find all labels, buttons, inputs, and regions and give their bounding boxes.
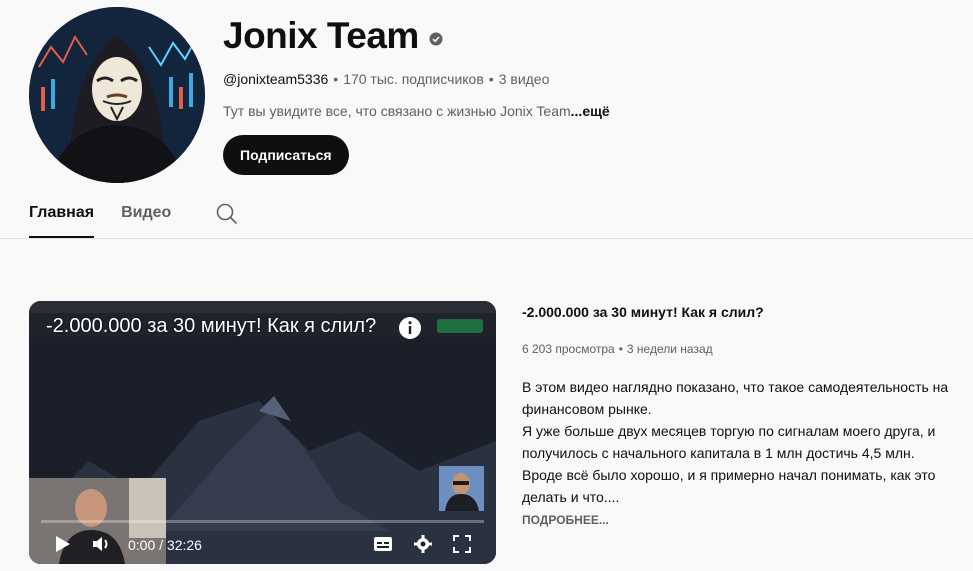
featured-video-info: -2.000.000 за 30 минут! Как я слил? 6 20… <box>522 301 967 530</box>
video-count: 3 видео <box>498 71 550 87</box>
video-title[interactable]: -2.000.000 за 30 минут! Как я слил? <box>522 301 967 323</box>
read-more-link[interactable]: ПОДРОБНЕЕ... <box>522 510 967 530</box>
tab-videos[interactable]: Видео <box>121 190 171 238</box>
hooded-mask-avatar-image <box>29 7 205 183</box>
view-count: 6 203 просмотра <box>522 342 615 356</box>
channel-title: Jonix Team <box>223 15 419 56</box>
description-line: Я уже больше двух месяцев торгую по сигн… <box>522 423 936 461</box>
meta-separator: • <box>488 71 494 87</box>
tab-home[interactable]: Главная <box>29 190 95 238</box>
description-more-link[interactable]: ...ещё <box>571 103 610 119</box>
progress-bar[interactable] <box>41 520 484 523</box>
subtitles-icon[interactable] <box>372 533 394 555</box>
volume-icon[interactable] <box>90 533 112 555</box>
info-icon[interactable] <box>398 316 422 340</box>
webcam-right-image <box>439 466 484 511</box>
verified-check-icon <box>429 32 443 46</box>
channel-handle: @jonixteam5336 <box>223 71 329 87</box>
channel-meta: @jonixteam5336 • 170 тыс. подписчиков • 3 ви… <box>223 69 963 89</box>
tabs-divider <box>0 238 973 239</box>
channel-info: Jonix Team @jonixteam5336 • 170 тыс. подпи… <box>223 12 963 175</box>
subscribe-button[interactable]: Подписаться <box>223 135 349 175</box>
channel-description-text: Тут вы увидите все, что связано с жизнью… <box>223 103 571 119</box>
player-controls: 0:00 / 32:26 <box>29 527 496 563</box>
description-line: Вроде всё было хорошо, и я примерно нача… <box>522 467 936 505</box>
fullscreen-icon[interactable] <box>451 533 473 555</box>
title-row: Jonix Team <box>223 12 963 60</box>
time-display: 0:00 / 32:26 <box>128 537 202 553</box>
video-description: В этом видео наглядно показано, что тако… <box>522 376 967 508</box>
search-icon[interactable] <box>215 202 239 226</box>
featured-video-player[interactable]: -2.000.000 за 30 минут! Как я слил? 0:00… <box>29 301 496 564</box>
description-line: В этом видео наглядно показано, что тако… <box>522 379 949 417</box>
meta-separator: • <box>333 71 339 87</box>
player-title-overlay[interactable]: -2.000.000 за 30 минут! Как я слил? <box>46 315 376 338</box>
play-icon[interactable] <box>51 533 73 555</box>
subscriber-count: 170 тыс. подписчиков <box>343 71 484 87</box>
video-meta: 6 203 просмотра • 3 недели назад <box>522 340 967 358</box>
gear-icon[interactable] <box>412 533 434 555</box>
upload-age: 3 недели назад <box>626 342 713 356</box>
channel-description[interactable]: Тут вы увидите все, что связано с жизнью… <box>223 101 963 121</box>
channel-tabs: Главная Видео <box>29 190 239 238</box>
meta-separator: • <box>618 342 623 356</box>
channel-avatar[interactable] <box>29 7 205 183</box>
